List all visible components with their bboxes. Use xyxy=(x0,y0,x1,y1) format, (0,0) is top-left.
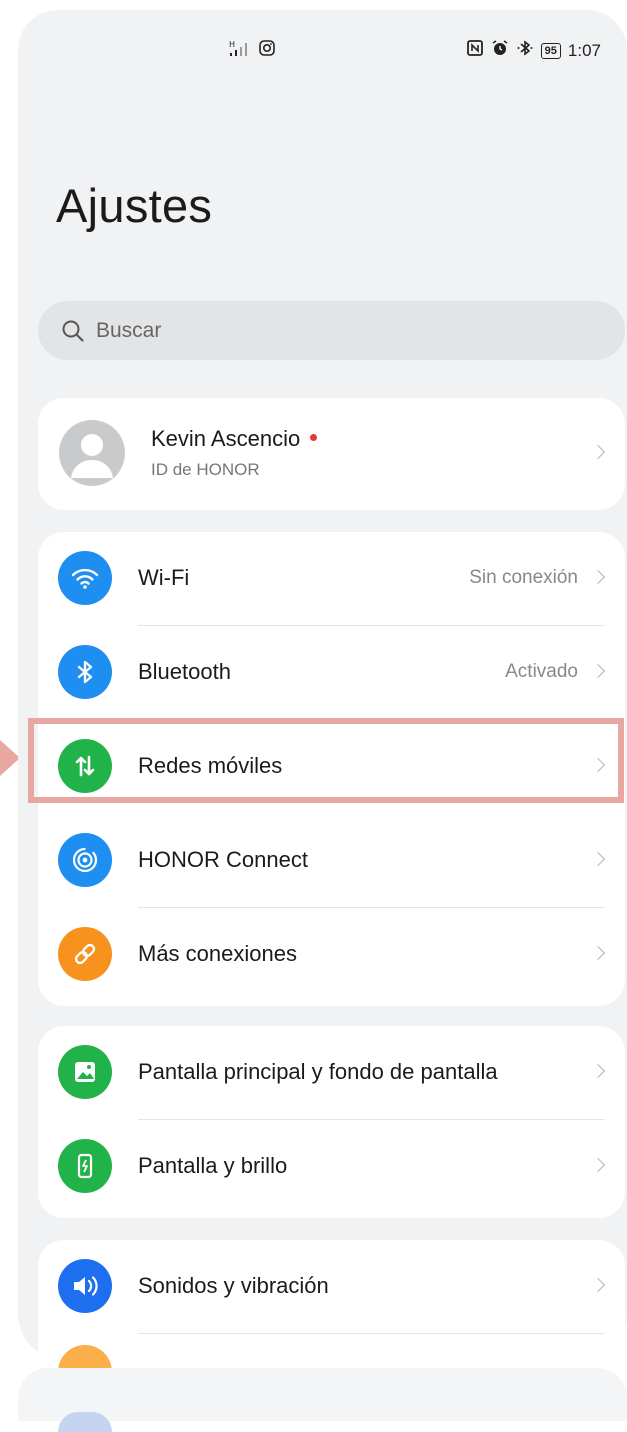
settings-item-wifi[interactable]: Wi-Fi Sin conexión xyxy=(38,532,625,626)
settings-item-label: Redes móviles xyxy=(138,753,283,778)
battery-level: 95 xyxy=(540,42,561,59)
settings-item-mobile-networks[interactable]: Redes móviles xyxy=(38,720,625,814)
svg-text:H: H xyxy=(229,40,235,49)
profile-name-line: Kevin Ascencio xyxy=(151,426,318,452)
display-brightness-icon xyxy=(58,1139,112,1193)
settings-item-value: Sin conexión xyxy=(469,567,578,588)
chevron-right-icon xyxy=(590,1277,606,1293)
nfc-icon xyxy=(466,39,484,62)
sound-icon xyxy=(58,1259,112,1313)
profile-subtitle: ID de HONOR xyxy=(151,460,260,479)
profile-card[interactable]: Kevin Ascencio ID de HONOR xyxy=(38,398,625,510)
mobile-data-icon xyxy=(58,739,112,793)
settings-item-label: Pantalla y brillo xyxy=(138,1153,288,1178)
wifi-icon xyxy=(58,551,112,605)
connectivity-group: Wi-Fi Sin conexión Bluetooth Activado Re… xyxy=(38,532,625,1006)
phone-screen: H 95 1:07 Ajustes Buscar Kevin Ascencio … xyxy=(18,10,627,1360)
avatar xyxy=(59,420,125,486)
bluetooth-icon xyxy=(58,645,112,699)
chevron-right-icon xyxy=(590,569,606,585)
status-time: 1:07 xyxy=(567,40,601,60)
partial-item-icon xyxy=(58,1412,112,1432)
instagram-icon xyxy=(258,39,276,62)
profile-name: Kevin Ascencio xyxy=(151,426,301,451)
divider xyxy=(138,1333,605,1334)
settings-item-label: HONOR Connect xyxy=(138,847,308,872)
settings-item-label: Wi-Fi xyxy=(138,565,190,590)
search-icon xyxy=(62,320,84,342)
settings-item-bluetooth[interactable]: Bluetooth Activado xyxy=(38,626,625,720)
status-right: 95 1:07 xyxy=(466,39,601,62)
chevron-right-icon xyxy=(590,851,606,867)
settings-item-display-brightness[interactable]: Pantalla y brillo xyxy=(38,1120,625,1214)
chevron-right-icon xyxy=(590,663,606,679)
settings-item-label: Bluetooth xyxy=(138,659,231,684)
settings-item-label: Sonidos y vibración xyxy=(138,1273,329,1298)
search-bar[interactable]: Buscar xyxy=(38,301,625,360)
settings-item-label: Pantalla principal y fondo de pantalla xyxy=(138,1059,498,1084)
status-left: H xyxy=(226,39,276,62)
search-placeholder: Buscar xyxy=(96,318,162,342)
settings-item-label: Más conexiones xyxy=(138,941,297,966)
wallpaper-icon xyxy=(58,1045,112,1099)
notification-dot xyxy=(310,433,318,441)
settings-item-more-connections[interactable]: Más conexiones xyxy=(38,908,625,1002)
settings-item-honor-connect[interactable]: HONOR Connect xyxy=(38,814,625,908)
chevron-right-icon xyxy=(590,444,606,460)
user-avatar-icon xyxy=(71,434,113,478)
honor-connect-icon xyxy=(58,833,112,887)
chevron-right-icon xyxy=(590,945,606,961)
chevron-right-icon xyxy=(590,1063,606,1079)
bottom-overlay xyxy=(18,1368,627,1421)
signal-icon: H xyxy=(226,39,250,62)
sound-group: Sonidos y vibración xyxy=(38,1240,625,1360)
settings-item-sound-vibration[interactable]: Sonidos y vibración xyxy=(38,1240,625,1334)
display-group: Pantalla principal y fondo de pantalla P… xyxy=(38,1026,625,1218)
settings-item-home-wallpaper[interactable]: Pantalla principal y fondo de pantalla xyxy=(38,1026,625,1120)
chevron-right-icon xyxy=(590,1157,606,1173)
page-title: Ajustes xyxy=(56,179,213,232)
bluetooth-icon xyxy=(516,39,534,62)
link-icon xyxy=(58,927,112,981)
settings-item-value: Activado xyxy=(505,661,578,682)
pointer-arrow-icon xyxy=(0,740,20,776)
status-bar: H 95 1:07 xyxy=(18,10,627,90)
alarm-icon xyxy=(491,39,509,62)
chevron-right-icon xyxy=(590,757,606,773)
